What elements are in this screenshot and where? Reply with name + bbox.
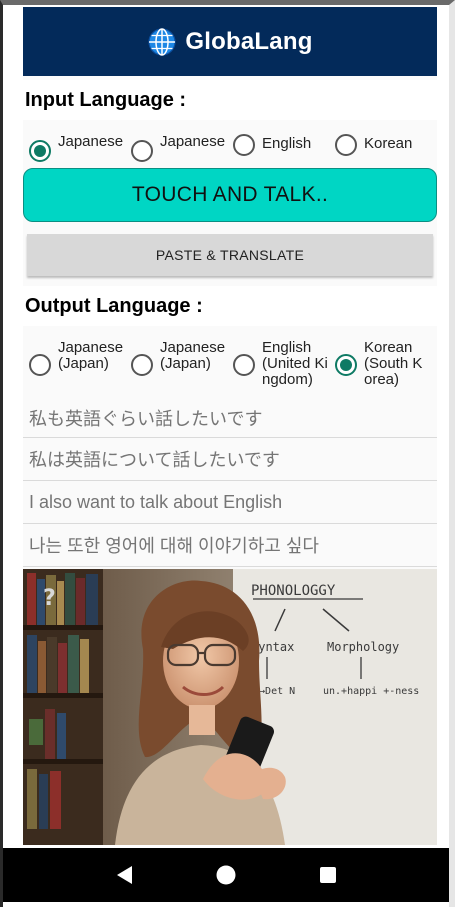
result-item[interactable]: 나는 또한 영어에 대해 이야기하고 싶다 bbox=[23, 524, 437, 567]
svg-text:PHONOLOGGY: PHONOLOGGY bbox=[251, 583, 336, 599]
output-option-japanese-1[interactable]: Japanese (Japan) bbox=[29, 340, 131, 376]
radio-button[interactable] bbox=[29, 354, 51, 376]
output-option-korean[interactable]: Korean (South Korea) bbox=[335, 340, 437, 388]
app-title: GlobaLang bbox=[185, 27, 313, 55]
output-language-label: Output Language : bbox=[23, 286, 437, 326]
output-language-group: Japanese (Japan) Japanese (Japan) Englis… bbox=[23, 326, 437, 398]
svg-text:Morphology: Morphology bbox=[327, 640, 399, 654]
result-item[interactable]: 私も英語ぐらい話したいです bbox=[23, 398, 437, 438]
radio-button[interactable] bbox=[335, 134, 357, 156]
app-screen: GlobaLang Input Language : Japanese Japa… bbox=[23, 7, 437, 845]
touch-and-talk-button[interactable]: TOUCH AND TALK.. bbox=[23, 168, 437, 222]
svg-text:un.+happi +-ness: un.+happi +-ness bbox=[323, 686, 419, 697]
radio-button[interactable] bbox=[233, 134, 255, 156]
input-option-japanese-1[interactable]: Japanese bbox=[29, 134, 131, 162]
globe-icon bbox=[147, 27, 177, 57]
radio-button[interactable] bbox=[29, 140, 51, 162]
radio-button[interactable] bbox=[335, 354, 357, 376]
paste-and-translate-button[interactable]: PASTE & TRANSLATE bbox=[27, 234, 433, 276]
result-item[interactable]: I also want to talk about English bbox=[23, 481, 437, 524]
recents-icon[interactable] bbox=[316, 863, 340, 887]
input-option-korean[interactable]: Korean bbox=[335, 134, 437, 156]
home-icon[interactable] bbox=[214, 863, 238, 887]
question-mark-icon: ? bbox=[43, 586, 56, 611]
input-option-english[interactable]: English bbox=[233, 134, 335, 156]
illustration-image: ? PHONOLOGGY Syntax Morphology NP→Det N … bbox=[23, 569, 437, 845]
radio-button[interactable] bbox=[131, 140, 153, 162]
back-icon[interactable] bbox=[112, 863, 136, 887]
input-option-japanese-2[interactable]: Japanese bbox=[131, 134, 233, 162]
app-header: GlobaLang bbox=[23, 7, 437, 76]
output-option-japanese-2[interactable]: Japanese (Japan) bbox=[131, 340, 233, 376]
radio-button[interactable] bbox=[131, 354, 153, 376]
radio-button[interactable] bbox=[233, 354, 255, 376]
output-option-english[interactable]: English (United Kingdom) bbox=[233, 340, 335, 388]
translation-results: 私も英語ぐらい話したいです 私は英語について話したいです I also want… bbox=[23, 398, 437, 567]
result-item[interactable]: 私は英語について話したいです bbox=[23, 438, 437, 481]
system-navigation-bar bbox=[3, 848, 449, 902]
input-language-label: Input Language : bbox=[23, 80, 437, 120]
